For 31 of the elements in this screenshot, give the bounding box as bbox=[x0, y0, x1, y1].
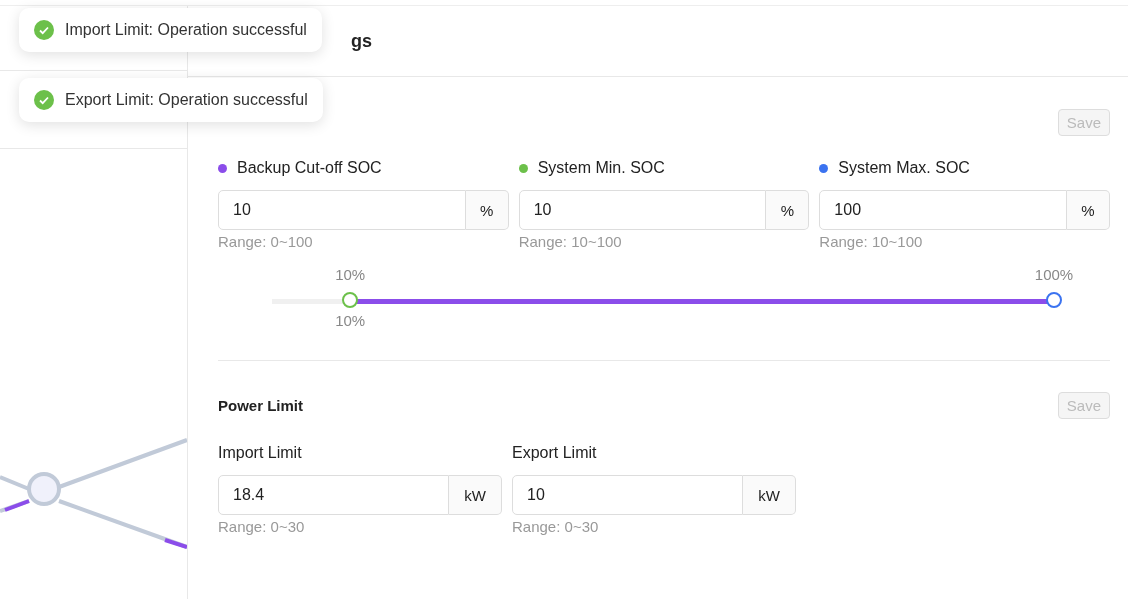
input-field[interactable]: 100 bbox=[819, 190, 1067, 230]
range-hint: Range: 0~30 bbox=[512, 518, 600, 535]
toast-message: Import Limit: Operation successful bbox=[65, 21, 307, 39]
unit-label: % bbox=[465, 190, 509, 230]
section-title: Power Limit bbox=[218, 396, 303, 414]
range-hint: Range: 10~100 bbox=[819, 233, 924, 250]
slider-value: 10% bbox=[335, 312, 366, 329]
field-label: System Max. SOC bbox=[838, 159, 970, 177]
slider-value: 100% bbox=[1034, 266, 1074, 283]
field-label: Export Limit bbox=[512, 444, 597, 462]
slider-handle[interactable] bbox=[1046, 292, 1062, 308]
unit-label: kW bbox=[449, 475, 502, 515]
input-field[interactable]: 10 bbox=[518, 190, 767, 230]
success-icon bbox=[34, 90, 54, 110]
field-label: Import Limit bbox=[218, 444, 302, 462]
unit-label: kW bbox=[743, 475, 796, 515]
slider-value: 10% bbox=[335, 266, 366, 283]
unit-label: % bbox=[1067, 190, 1110, 230]
unit-label: % bbox=[766, 190, 810, 230]
input-field[interactable]: 10 bbox=[218, 190, 466, 230]
success-icon bbox=[34, 20, 54, 40]
toast-message: Export Limit: Operation successful bbox=[65, 91, 308, 109]
page-title: gs bbox=[351, 30, 372, 52]
input-field[interactable]: 10 bbox=[512, 475, 743, 515]
range-hint: Range: 10~100 bbox=[518, 233, 623, 250]
input-field[interactable]: 18.4 bbox=[218, 475, 449, 515]
field-label: System Min. SOC bbox=[537, 159, 665, 177]
range-hint: Range: 0~100 bbox=[218, 233, 314, 250]
slider-handle[interactable] bbox=[342, 292, 359, 308]
range-hint: Range: 0~30 bbox=[218, 518, 306, 535]
field-label: Backup Cut-off SOC bbox=[237, 159, 382, 177]
